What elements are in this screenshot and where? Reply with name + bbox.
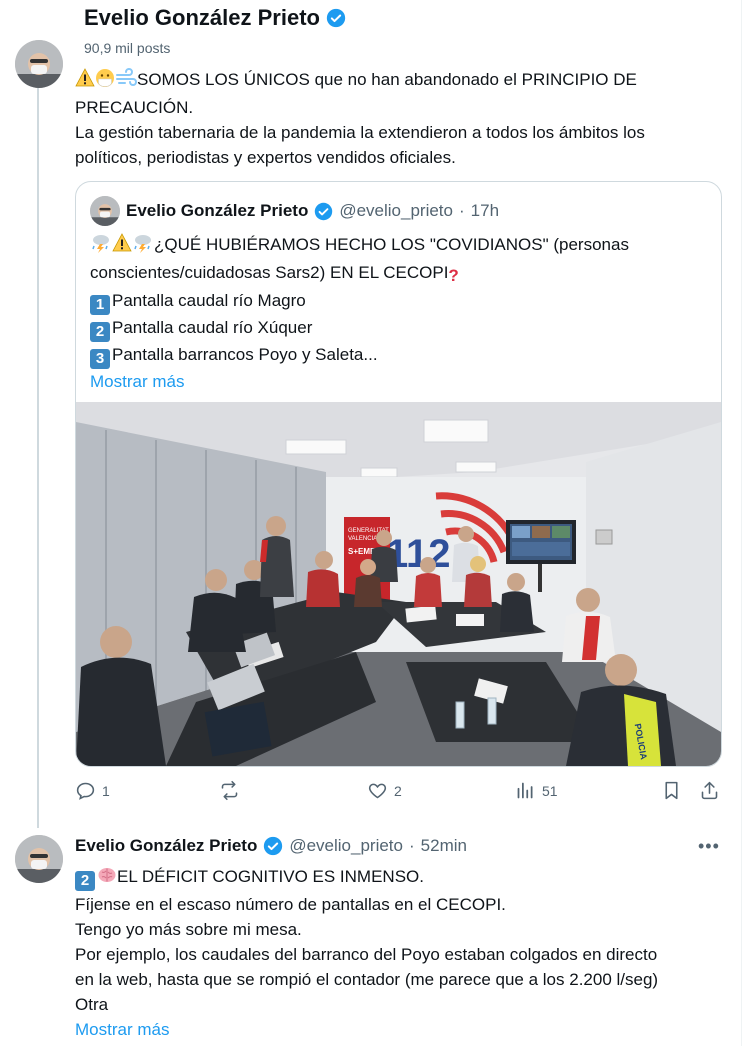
quote-line-1: ¿QUÉ HUBIÉRAMOS HECHO LOS "COVIDIANOS" (… <box>154 235 629 254</box>
tweet-text: 2 EL DÉFICIT COGNITIVO ES INMENSO. Fíjens… <box>75 864 658 1042</box>
quote-time[interactable]: 17h <box>471 201 499 221</box>
heart-icon <box>368 783 387 799</box>
show-more-link[interactable]: Mostrar más <box>90 372 184 391</box>
tweet-line-6: Otra <box>75 995 109 1014</box>
reply-button[interactable]: 1 <box>75 780 110 801</box>
quote-handle[interactable]: @evelio_prieto <box>339 201 453 221</box>
views-button[interactable]: 51 <box>515 780 558 801</box>
quote-list-item: 3 Pantalla barrancos Poyo y Saleta... <box>90 342 629 369</box>
wind-emoji-icon <box>115 68 137 95</box>
repost-icon <box>221 780 238 801</box>
bookmark-icon <box>665 781 678 800</box>
quote-item-text: Pantalla barrancos Poyo y Saleta... <box>112 345 378 364</box>
quote-list-item: 2 Pantalla caudal río Xúquer <box>90 315 629 342</box>
repost-button[interactable] <box>219 780 240 801</box>
column-border <box>741 0 742 1046</box>
quote-header: Evelio González Prieto @evelio_prieto · … <box>90 196 499 226</box>
tweet-line-4: Por ejemplo, los caudales del barranco d… <box>75 945 658 964</box>
tweet-time[interactable]: 52min <box>421 836 467 856</box>
avatar[interactable] <box>15 40 63 88</box>
time-separator: · <box>408 836 415 855</box>
quoted-tweet[interactable]: Evelio González Prieto @evelio_prieto · … <box>75 181 722 767</box>
brain-emoji-icon <box>97 865 117 892</box>
tweet-line-2: PRECAUCIÓN. <box>75 98 194 117</box>
quote-list-item: 1 Pantalla caudal río Magro <box>90 288 629 315</box>
quote-item-text: Pantalla caudal río Xúquer <box>112 318 313 337</box>
tweet-line-3: La gestión tabernaria de la pandemia la … <box>75 123 645 142</box>
view-count: 51 <box>542 782 558 799</box>
red-question-mark-icon: ? <box>448 266 459 285</box>
verified-badge-icon <box>315 202 333 220</box>
reply-count: 1 <box>102 782 110 799</box>
profile-header: Evelio González Prieto 90,9 mil posts <box>0 0 741 62</box>
author-name[interactable]: Evelio González Prieto <box>75 836 257 856</box>
avatar[interactable] <box>15 835 63 883</box>
quote-text: ¿QUÉ HUBIÉRAMOS HECHO LOS "COVIDIANOS" (… <box>90 232 629 394</box>
reply-icon <box>76 782 95 800</box>
share-icon <box>701 781 718 800</box>
post-count: 90,9 mil posts <box>84 40 171 56</box>
thread-line <box>37 88 39 828</box>
tweet-line-1: SOMOS LOS ÚNICOS que no han abandonado e… <box>137 70 637 89</box>
verified-badge-icon <box>326 8 346 28</box>
keycap-one-icon: 1 <box>90 295 110 315</box>
keycap-two-icon: 2 <box>75 871 95 891</box>
quote-separator: · <box>458 201 465 220</box>
share-button[interactable] <box>699 780 720 801</box>
quote-avatar-photo <box>90 196 120 226</box>
tweet-text: SOMOS LOS ÚNICOS que no han abandonado e… <box>75 67 645 170</box>
bookmark-button[interactable] <box>661 780 682 801</box>
keycap-three-icon: 3 <box>90 349 110 369</box>
author-handle[interactable]: @evelio_prieto <box>289 836 403 856</box>
like-button[interactable]: 2 <box>367 780 402 801</box>
header-name-row: Evelio González Prieto <box>84 5 346 31</box>
tweet-line-1: EL DÉFICIT COGNITIVO ES INMENSO. <box>117 867 424 886</box>
show-more-link[interactable]: Mostrar más <box>75 1020 169 1039</box>
tweet-header: Evelio González Prieto @evelio_prieto · … <box>75 836 467 856</box>
storm-cloud-emoji-icon <box>90 233 112 260</box>
tweet-actions: 1 2 51 <box>75 780 725 810</box>
storm-cloud-emoji-icon <box>132 233 154 260</box>
tweet-line-2: Fíjense en el escaso número de pantallas… <box>75 895 506 914</box>
warning-emoji-icon <box>112 233 132 260</box>
avatar-photo <box>15 40 63 88</box>
tweet-line-3: Tengo yo más sobre mi mesa. <box>75 920 302 939</box>
header-name: Evelio González Prieto <box>84 5 320 30</box>
keycap-two-icon: 2 <box>90 322 110 342</box>
verified-badge-icon <box>264 836 283 856</box>
quote-author-name[interactable]: Evelio González Prieto <box>126 201 308 221</box>
warning-emoji-icon <box>75 68 95 95</box>
tweet-line-4: políticos, periodistas y expertos vendid… <box>75 148 456 167</box>
quote-avatar[interactable] <box>90 196 120 226</box>
tweet-line-5: en la web, hasta que se rompió el contad… <box>75 970 659 989</box>
quote-item-text: Pantalla caudal río Magro <box>112 291 306 310</box>
mask-face-emoji-icon <box>95 68 115 95</box>
avatar-photo <box>15 835 63 883</box>
views-chart-icon <box>517 782 533 799</box>
more-options-icon[interactable]: ••• <box>698 836 720 857</box>
quote-photo[interactable]: 112 GENERALITAT VALENCIANA S+EME POLICIA <box>76 402 721 766</box>
like-count: 2 <box>394 782 402 799</box>
quote-line-2: conscientes/cuidadosas Sars2) EN EL CECO… <box>90 263 449 282</box>
